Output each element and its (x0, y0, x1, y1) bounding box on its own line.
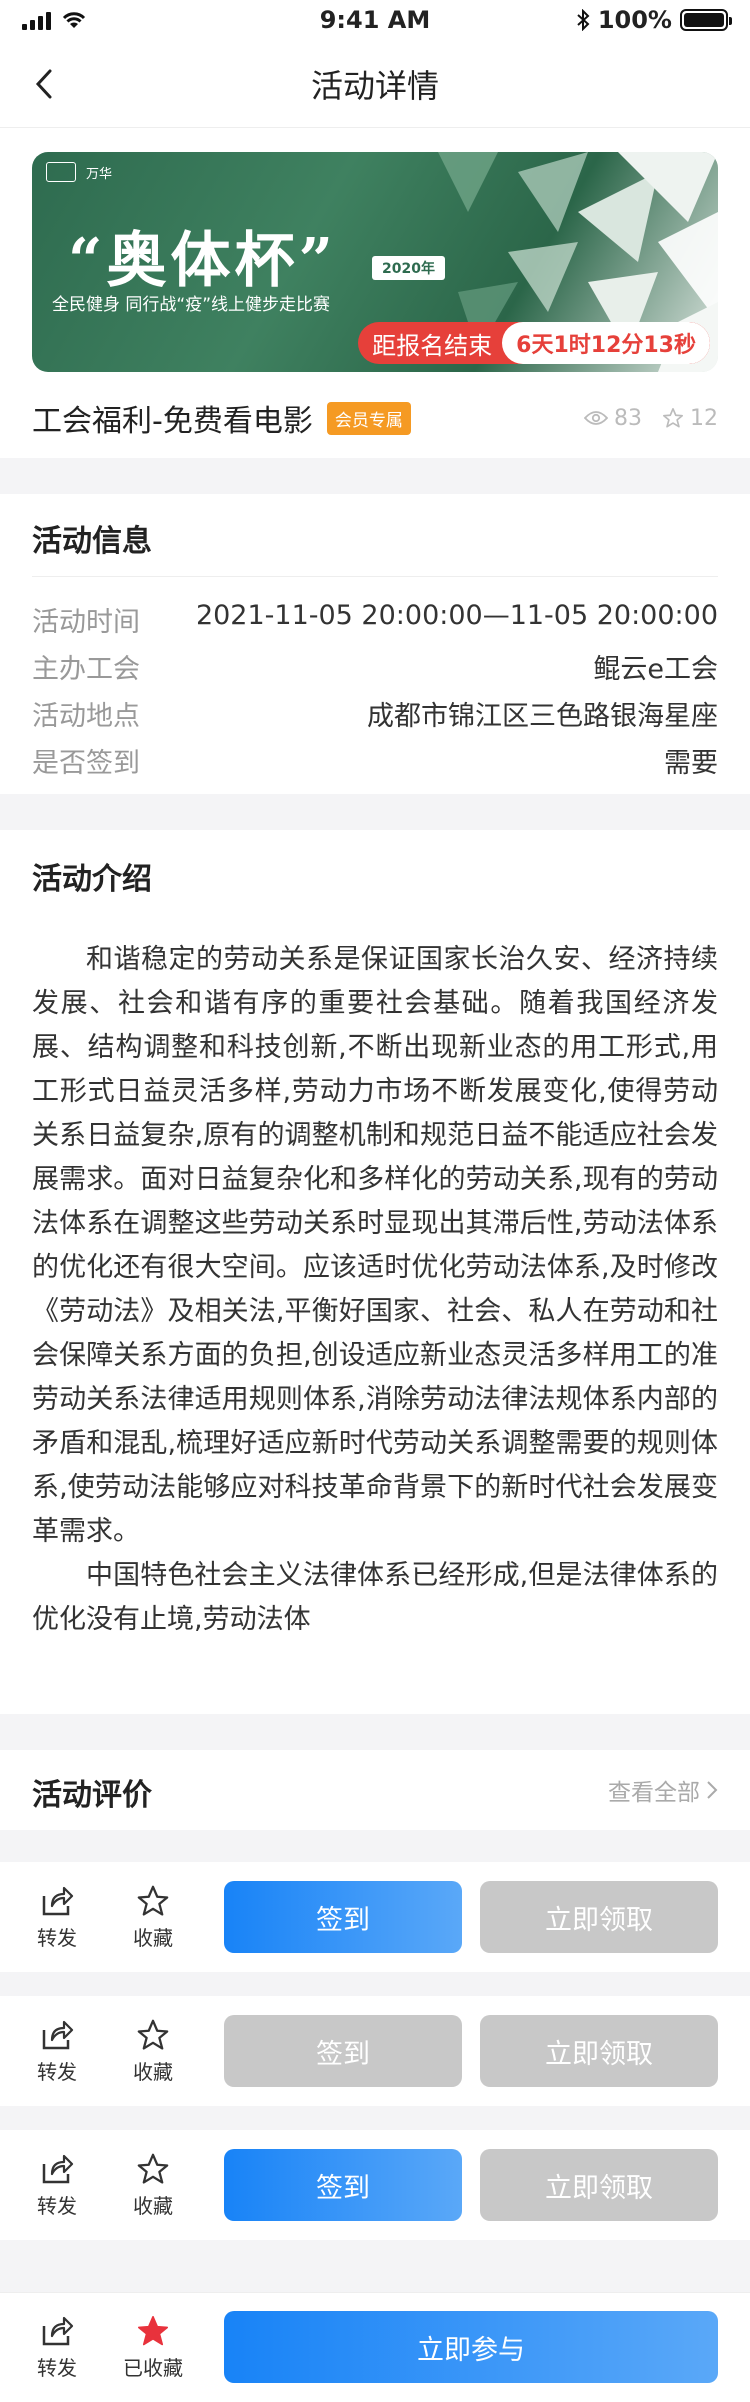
star-outline-icon (137, 2153, 169, 2184)
back-button[interactable] (22, 62, 66, 106)
collect-label: 收藏 (133, 2059, 173, 2084)
banner-subtitle: 全民健身 同行战“疫”线上健步走比赛 (52, 295, 331, 315)
activity-stats: 83 12 (584, 406, 718, 431)
share-icon (42, 2316, 74, 2346)
banner-year: 2020年 (372, 256, 445, 280)
intro-body: 和谐稳定的劳动关系是保证国家长治久安、经济持续发展、社会和谐有序的重要社会基础。… (32, 938, 718, 1642)
intro-paragraph: 中国特色社会主义法律体系已经形成,但是法律体系的优化没有止境,劳动法体 (32, 1560, 718, 1635)
star-outline-icon (137, 1885, 169, 1916)
action-bar: 转发 收藏 签到 立即领取 (0, 2130, 750, 2240)
share-label: 转发 (37, 1925, 77, 1950)
chevron-left-icon (35, 69, 52, 99)
bluetooth-icon (577, 9, 590, 31)
banner-title: “奥体杯” (68, 226, 338, 296)
activity-banner: 万华 “奥体杯” 2020年 全民健身 同行战“疫”线上健步走比赛 距报名结束 … (32, 152, 718, 372)
collect-label: 收藏 (133, 2193, 173, 2218)
logo-mark-icon (46, 162, 76, 182)
claim-button[interactable]: 立即领取 (480, 2015, 718, 2087)
signal-icon (22, 10, 51, 30)
share-icon (42, 1886, 74, 1915)
countdown-time: 6天1时12分13秒 (502, 322, 710, 364)
review-heading: 活动评价 (32, 1778, 152, 1813)
claim-button[interactable]: 立即领取 (480, 1881, 718, 1953)
registration-countdown: 距报名结束 6天1时12分13秒 (358, 322, 710, 364)
share-button[interactable]: 转发 (22, 2314, 92, 2381)
info-label: 主办工会 (32, 654, 140, 685)
join-button[interactable]: 立即参与 (224, 2311, 718, 2383)
info-row-time: 活动时间 2021-11-05 20:00:00—11-05 20:00:00 (32, 600, 718, 639)
status-bar: 9:41 AM 100% (0, 0, 750, 40)
intro-paragraph: 和谐稳定的劳动关系是保证国家长治久安、经济持续发展、社会和谐有序的重要社会基础。… (32, 944, 718, 1547)
status-time: 9:41 AM (319, 6, 431, 34)
star-outline-icon (137, 2019, 169, 2050)
info-row-host: 主办工会 鲲云e工会 (32, 647, 718, 686)
info-value: 2021-11-05 20:00:00—11-05 20:00:00 (195, 600, 718, 631)
share-button[interactable]: 转发 (22, 2018, 92, 2085)
share-label: 转发 (37, 2059, 77, 2084)
share-icon (42, 2154, 74, 2183)
collected-button[interactable]: 已收藏 (118, 2314, 188, 2381)
view-all-label: 查看全部 (608, 1780, 700, 1806)
divider (32, 576, 718, 577)
collect-button[interactable]: 收藏 (118, 2018, 188, 2085)
countdown-label: 距报名结束 (372, 331, 493, 360)
action-bar: 转发 收藏 签到 立即领取 (0, 1862, 750, 1972)
chevron-right-icon (707, 1781, 718, 1799)
intro-heading: 活动介绍 (32, 862, 152, 897)
collect-label: 收藏 (133, 1925, 173, 1950)
collected-label: 已收藏 (123, 2356, 183, 2380)
wifi-icon (62, 12, 86, 28)
battery-icon (679, 9, 732, 31)
nav-bar: 活动详情 (0, 40, 750, 128)
info-row-location: 活动地点 成都市锦江区三色路银海星座 (32, 694, 718, 733)
checkin-button[interactable]: 签到 (224, 1881, 462, 1953)
collect-button[interactable]: 收藏 (118, 1884, 188, 1951)
info-value: 成都市锦江区三色路银海星座 (367, 701, 718, 732)
collect-button[interactable]: 收藏 (118, 2152, 188, 2219)
checkin-button[interactable]: 签到 (224, 2149, 462, 2221)
eye-icon (584, 411, 608, 425)
info-label: 是否签到 (32, 748, 140, 779)
activity-title: 工会福利-免费看电影 (32, 404, 313, 439)
star-filled-icon (137, 2315, 169, 2346)
checkin-button-disabled[interactable]: 签到 (224, 2015, 462, 2087)
share-icon (42, 2020, 74, 2049)
star-outline-icon (663, 408, 683, 428)
info-value: 需要 (664, 748, 718, 779)
battery-percent: 100% (597, 6, 672, 34)
claim-button[interactable]: 立即领取 (480, 2149, 718, 2221)
share-button[interactable]: 转发 (22, 1884, 92, 1951)
info-value: 鲲云e工会 (593, 654, 718, 685)
bottom-action-bar: 转发 已收藏 立即参与 (0, 2292, 750, 2402)
share-button[interactable]: 转发 (22, 2152, 92, 2219)
share-label: 转发 (37, 2193, 77, 2218)
favorite-count-value: 12 (690, 405, 718, 431)
info-row-checkin: 是否签到 需要 (32, 741, 718, 780)
info-heading: 活动信息 (32, 524, 152, 559)
member-badge: 会员专属 (326, 401, 411, 435)
action-bar: 转发 收藏 签到 立即领取 (0, 1996, 750, 2106)
view-count-value: 83 (614, 405, 642, 431)
banner-logo-text: 万华 (86, 166, 113, 182)
page-title: 活动详情 (310, 66, 439, 105)
activity-title-row: 工会福利-免费看电影 会员专属 83 12 (32, 398, 718, 439)
info-label: 活动时间 (32, 607, 140, 638)
info-label: 活动地点 (32, 701, 140, 732)
view-count: 83 (584, 406, 642, 431)
view-all-link[interactable]: 查看全部 (608, 1773, 718, 1807)
banner-logos: 万华 (46, 162, 112, 182)
share-label: 转发 (37, 2356, 77, 2380)
favorite-count: 12 (662, 406, 718, 431)
